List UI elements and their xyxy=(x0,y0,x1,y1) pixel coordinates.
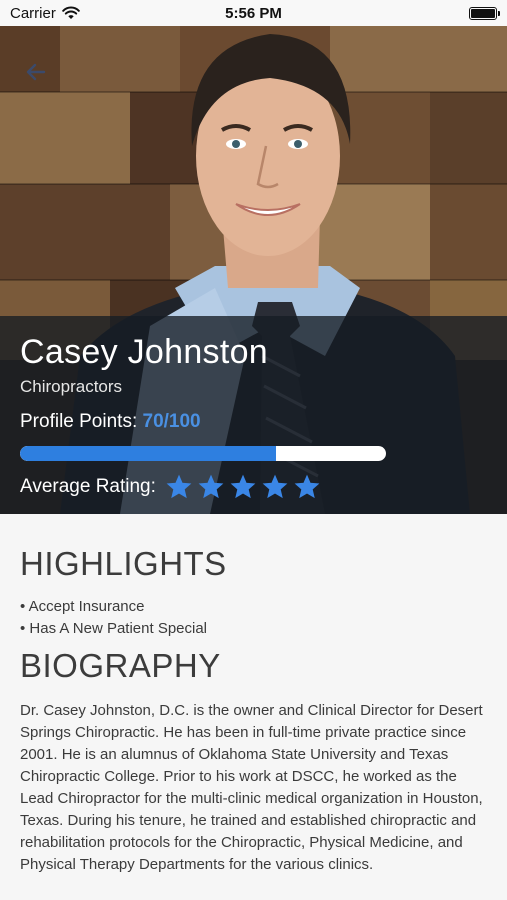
star-icon xyxy=(198,474,224,500)
wifi-icon xyxy=(62,6,80,20)
points-progress-bar xyxy=(20,446,386,461)
list-item: • Accept Insurance xyxy=(20,598,145,615)
points-progress-fill xyxy=(20,446,277,461)
star-icon xyxy=(166,474,192,500)
highlights-list: • Accept Insurance • Has A New Patient S… xyxy=(20,596,487,640)
profile-info-panel: Casey Johnston Chiropractors Profile Poi… xyxy=(0,316,507,514)
status-time: 5:56 PM xyxy=(225,4,282,22)
profile-points: Profile Points: 70/100 xyxy=(20,410,487,434)
status-bar: Carrier 5:56 PM xyxy=(0,0,507,26)
rating-label: Average Rating: xyxy=(20,476,156,497)
points-label: Profile Points: xyxy=(20,411,138,432)
points-value: 70/100 xyxy=(142,411,201,432)
average-rating: Average Rating: xyxy=(20,473,487,501)
arrow-left-icon xyxy=(26,63,46,81)
profile-hero: Casey Johnston Chiropractors Profile Poi… xyxy=(0,26,507,514)
doctor-category: Chiropractors xyxy=(20,377,123,396)
carrier-label: Carrier xyxy=(10,4,56,22)
doctor-name: Casey Johnston xyxy=(20,333,269,371)
biography-text: Dr. Casey Johnston, D.C. is the owner an… xyxy=(20,702,483,873)
profile-content: HIGHLIGHTS • Accept Insurance • Has A Ne… xyxy=(0,514,507,900)
status-left: Carrier xyxy=(10,5,80,22)
star-icon xyxy=(230,474,256,500)
biography-title: BIOGRAPHY xyxy=(20,647,221,684)
list-item: • Has A New Patient Special xyxy=(20,620,208,637)
battery-icon xyxy=(469,6,500,20)
rating-stars xyxy=(166,474,320,500)
profile-screen: Carrier 5:56 PM Casey Johnston Chiroprac… xyxy=(0,0,507,900)
highlights-title: HIGHLIGHTS xyxy=(20,545,227,582)
star-icon xyxy=(294,474,320,500)
back-button[interactable] xyxy=(20,56,52,88)
star-icon xyxy=(262,474,288,500)
